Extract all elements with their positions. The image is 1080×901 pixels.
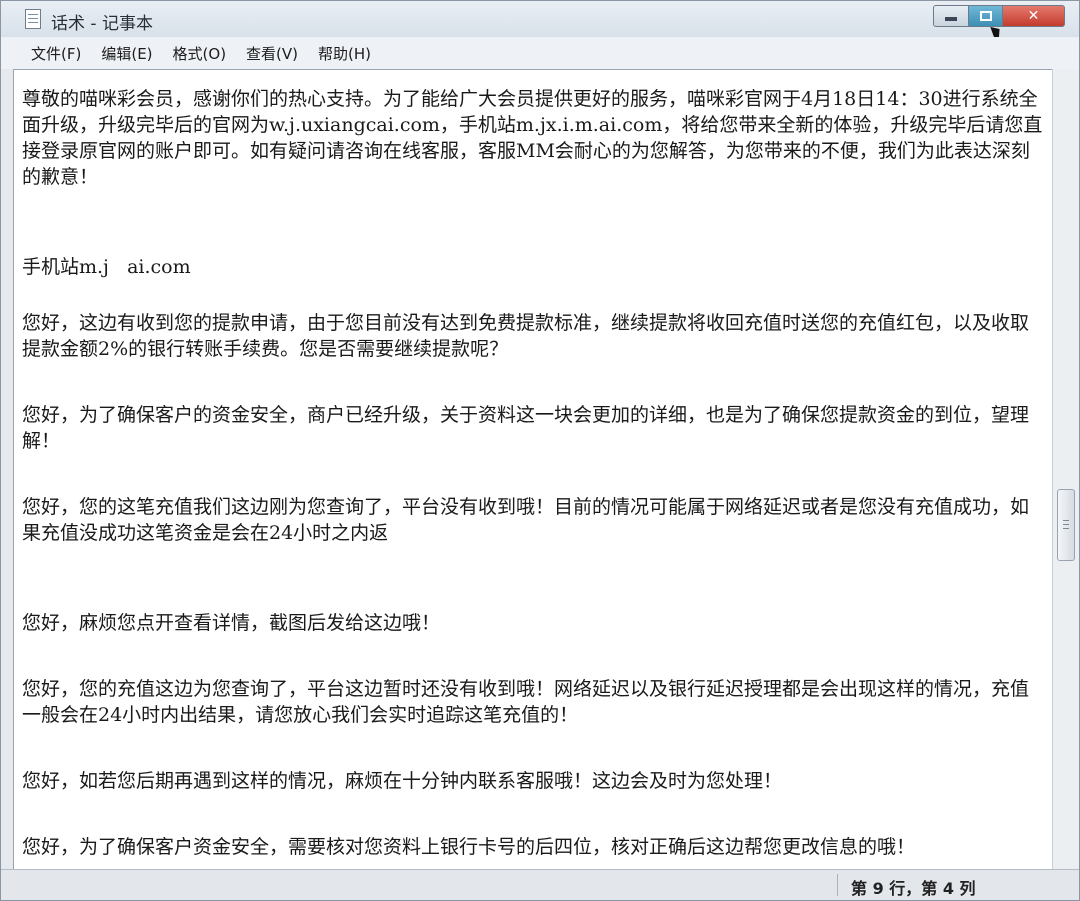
notepad-icon [25, 9, 41, 29]
paragraph-bank-card: 您好，为了确保客户资金安全，需要核对您资料上银行卡号的后四位，核对正确后这边帮您… [22, 836, 916, 858]
cursor-position: 第 9 行，第 4 列 [851, 879, 976, 898]
document-text: 尊敬的喵咪彩会员，感谢你们的热心支持。为了能给广大会员提供更好的服务，喵咪彩官网… [14, 70, 1053, 860]
paragraph-contact: 您好，如若您后期再遇到这样的情况，麻烦在十分钟内联系客服哦！这边会及时为您处理！ [22, 770, 783, 792]
paragraph-mobile-site: 手机站m.j ai.com [22, 256, 191, 278]
status-divider [837, 874, 838, 896]
menu-view[interactable]: 查看(V) [246, 43, 298, 64]
paragraph-recharge-check: 您好，您的这笔充值我们这边刚为您查询了，平台没有收到哦！目前的情况可能属于网络延… [22, 496, 1030, 544]
text-editor[interactable]: 尊敬的喵咪彩会员，感谢你们的热心支持。为了能给广大会员提供更好的服务，喵咪彩官网… [13, 69, 1053, 870]
close-icon: ✕ [1027, 8, 1040, 24]
paragraph-delay: 您好，您的充值这边为您查询了，平台这边暂时还没有收到哦！网络延迟以及银行延迟授理… [22, 678, 1030, 726]
window-title: 话术 - 记事本 [51, 14, 153, 34]
menu-file[interactable]: 文件(F) [31, 43, 81, 64]
title-bar[interactable]: 话术 - 记事本 ✕ [1, 1, 1079, 49]
menu-edit[interactable]: 编辑(E) [101, 43, 152, 64]
paragraph-withdrawal: 您好，这边有收到您的提款申请，由于您目前没有达到免费提款标准，继续提款将收回充值… [22, 312, 1030, 360]
menu-format[interactable]: 格式(O) [173, 43, 227, 64]
status-bar: 第 9 行，第 4 列 [1, 869, 1079, 900]
close-button[interactable]: ✕ [1003, 5, 1065, 27]
menu-bar: 文件(F) 编辑(E) 格式(O) 查看(V) 帮助(H) [1, 37, 1079, 69]
maximize-icon [979, 11, 992, 21]
window-controls: ✕ [933, 5, 1065, 29]
vertical-scrollbar[interactable] [1052, 69, 1079, 870]
paragraph-notice: 尊敬的喵咪彩会员，感谢你们的热心支持。为了能给广大会员提供更好的服务，喵咪彩官网… [22, 88, 1043, 188]
paragraph-screenshot: 您好，麻烦您点开查看详情，截图后发给这边哦！ [22, 612, 441, 634]
notepad-window: 话术 - 记事本 ✕ 文件(F) 编辑(E) 格式(O) 查看(V) 帮助(H)… [0, 0, 1080, 901]
minimize-icon [945, 17, 957, 21]
menu-help[interactable]: 帮助(H) [318, 43, 371, 64]
scrollbar-thumb[interactable] [1057, 489, 1075, 561]
minimize-button[interactable] [933, 5, 969, 27]
paragraph-security: 您好，为了确保客户的资金安全，商户已经升级，关于资料这一块会更加的详细，也是为了… [22, 404, 1030, 452]
